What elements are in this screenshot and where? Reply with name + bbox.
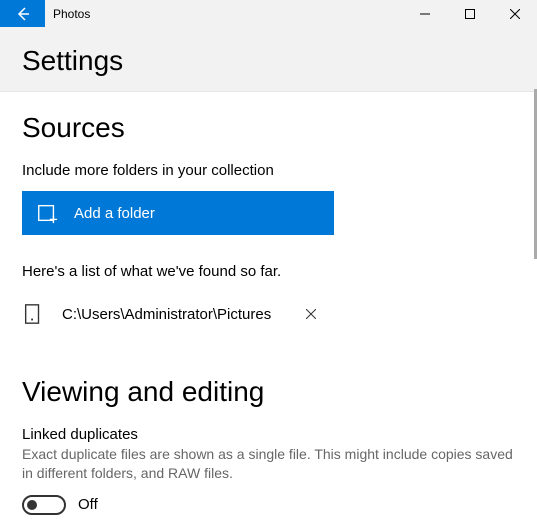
folder-icon	[22, 303, 44, 325]
minimize-icon	[420, 9, 430, 19]
viewing-heading: Viewing and editing	[22, 376, 515, 408]
window-titlebar: Photos	[0, 0, 537, 27]
maximize-icon	[465, 9, 475, 19]
add-folder-button[interactable]: Add a folder	[22, 191, 334, 235]
linked-duplicates-description: Exact duplicate files are shown as a sin…	[22, 445, 515, 483]
page-header: Settings	[0, 27, 537, 91]
maximize-button[interactable]	[447, 0, 492, 27]
back-button[interactable]	[0, 0, 45, 27]
close-button[interactable]	[492, 0, 537, 27]
arrow-left-icon	[15, 6, 31, 22]
folder-row[interactable]: C:\Users\Administrator\Pictures	[22, 292, 515, 336]
folder-path: C:\Users\Administrator\Pictures	[62, 306, 271, 323]
x-icon	[306, 309, 316, 319]
linked-duplicates-label: Linked duplicates	[22, 426, 515, 443]
sources-include-text: Include more folders in your collection	[22, 162, 515, 179]
linked-duplicates-state: Off	[78, 496, 98, 513]
content-area: Sources Include more folders in your col…	[0, 91, 537, 522]
add-folder-label: Add a folder	[74, 205, 155, 222]
page-title: Settings	[22, 45, 515, 77]
close-icon	[510, 9, 520, 19]
window-controls	[402, 0, 537, 27]
linked-duplicates-toggle[interactable]	[22, 495, 66, 515]
scrollbar[interactable]	[533, 89, 537, 520]
remove-folder-button[interactable]	[303, 306, 319, 322]
toggle-knob	[27, 500, 37, 510]
minimize-button[interactable]	[402, 0, 447, 27]
sources-heading: Sources	[22, 112, 515, 144]
linked-duplicates-toggle-row: Off	[22, 495, 515, 515]
add-folder-icon	[36, 202, 58, 224]
folder-list-intro: Here's a list of what we've found so far…	[22, 263, 515, 280]
app-title: Photos	[53, 7, 90, 21]
